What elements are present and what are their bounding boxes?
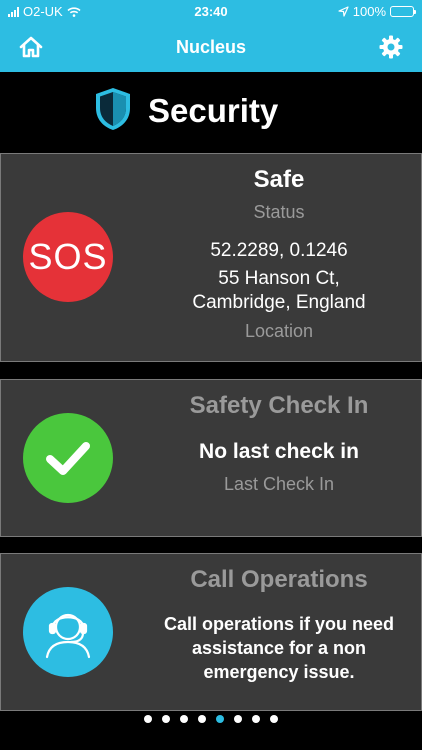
location-label: Location [244,321,314,341]
checkin-card: Safety Check In No last check in Last Ch… [0,379,422,537]
status-label: Status [253,202,305,222]
status-bar: O2-UK 23:40 100% [0,0,422,22]
gear-icon[interactable] [378,34,404,60]
page-dot[interactable] [180,715,188,723]
page-dot[interactable] [162,715,170,723]
ops-title: Call Operations [190,566,368,593]
page-dot[interactable] [144,715,152,723]
app-title: Nucleus [175,37,247,57]
battery-icon [390,6,416,17]
page-dot[interactable] [234,715,242,723]
page-dot[interactable] [198,715,206,723]
ops-line2: assistance for a non [191,638,367,658]
checkmark-icon [46,442,90,475]
ops-line1: Call operations if you need [163,614,395,634]
sos-card: SOS Safe Status 52.2289, 0.1246 55 Hanso… [0,153,422,362]
checkin-title: Safety Check In [189,392,369,419]
call-operations-button[interactable] [23,587,113,677]
page-indicator [0,711,422,750]
checkin-button[interactable] [23,413,113,503]
battery-percent: 100% [352,4,386,19]
coordinates: 52.2289, 0.1246 [210,240,348,261]
page-dot[interactable] [252,715,260,723]
checkin-value: No last check in [199,440,359,463]
shield-icon [96,88,130,130]
address-line1: 55 Hanson Ct, [218,268,340,289]
page-dot[interactable] [270,715,278,723]
operator-headset-icon [45,613,91,659]
sos-button[interactable]: SOS [23,212,113,302]
status-value: Safe [253,166,305,193]
page-dot[interactable] [216,715,224,723]
checkin-text-block: Safety Check In No last check in Last Ch… [141,392,417,495]
page-header: Security [0,72,422,152]
status-right: 100% [338,4,416,19]
ops-line3: emergency issue. [203,662,355,682]
page-title: Security [148,92,279,129]
ops-text-block: Call Operations Call operations if you n… [141,566,417,684]
location-arrow-icon [338,6,349,17]
sos-status-block: Safe Status 52.2289, 0.1246 55 Hanson Ct… [141,166,417,342]
call-operations-card: Call Operations Call operations if you n… [0,553,422,711]
nav-bar: Nucleus [0,22,422,72]
address-line2: Cambridge, England [192,292,366,313]
checkin-label: Last Check In [223,474,335,494]
